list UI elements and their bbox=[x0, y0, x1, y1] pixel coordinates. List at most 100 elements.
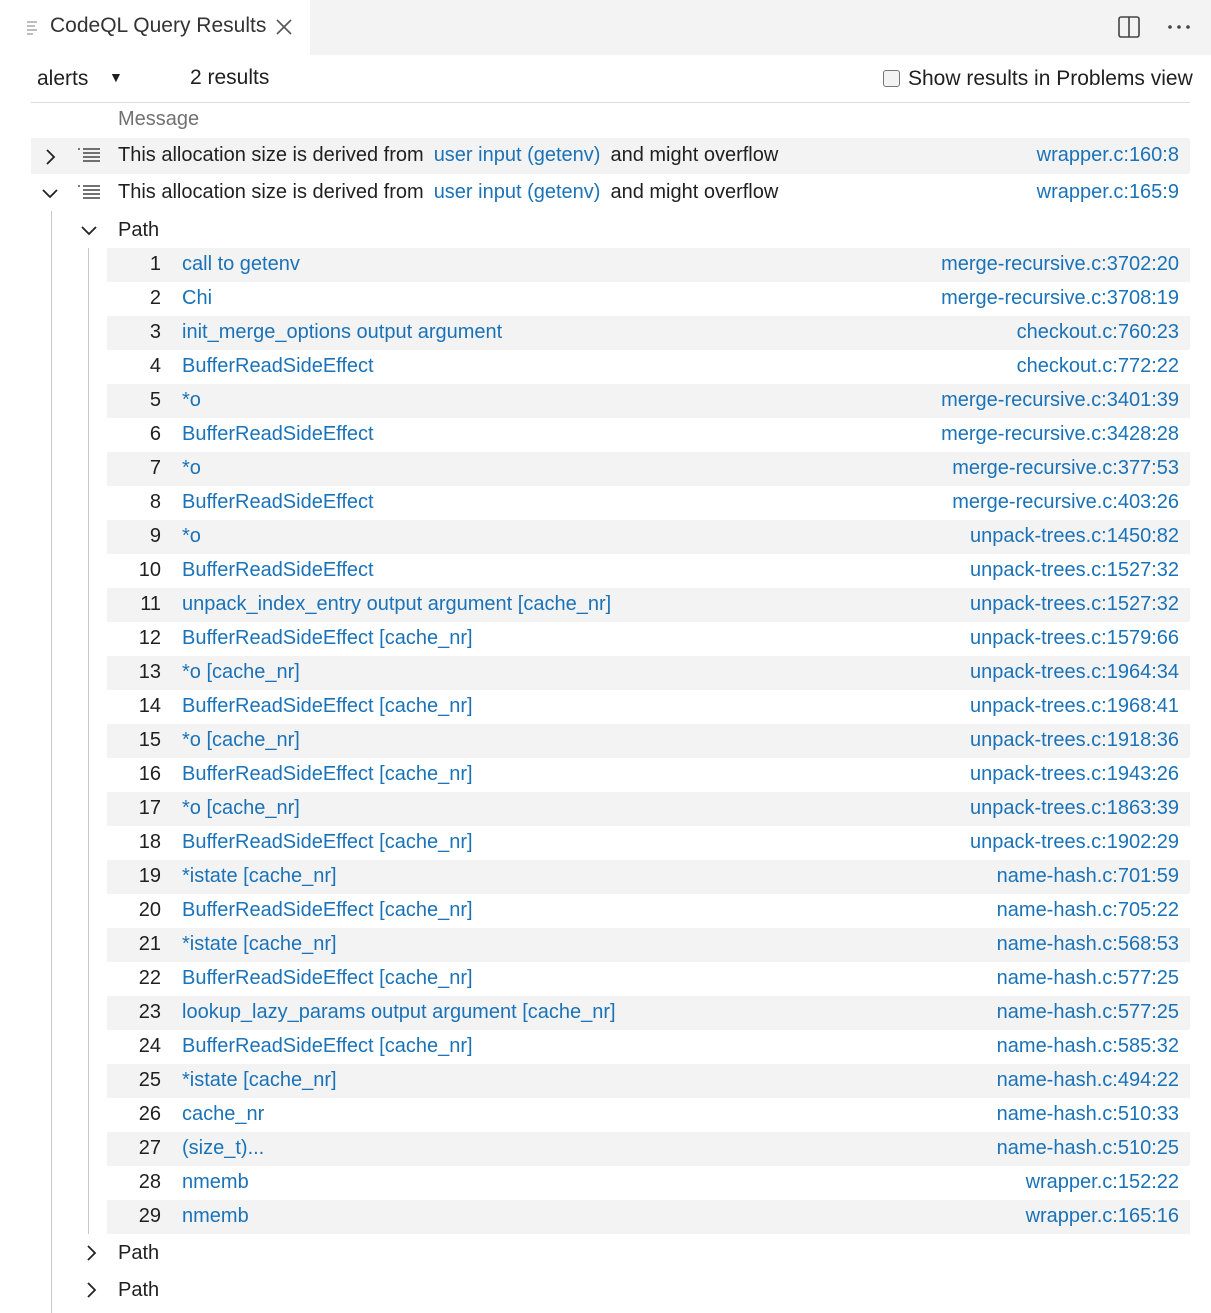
close-icon[interactable] bbox=[274, 17, 294, 37]
path-step-row[interactable]: 1 call to getenv merge-recursive.c:3702:20 bbox=[107, 248, 1190, 282]
path-step-row[interactable]: 2 Chi merge-recursive.c:3708:19 bbox=[107, 282, 1190, 316]
step-node-link[interactable]: lookup_lazy_params output argument [cach… bbox=[182, 1001, 616, 1024]
step-node-link[interactable]: (size_t)... bbox=[182, 1137, 264, 1160]
path-step-row[interactable]: 9 *o unpack-trees.c:1450:82 bbox=[107, 520, 1190, 554]
step-location-link[interactable]: checkout.c:772:22 bbox=[1017, 355, 1179, 378]
step-location-link[interactable]: merge-recursive.c:3708:19 bbox=[941, 287, 1179, 310]
step-node-link[interactable]: *o [cache_nr] bbox=[182, 661, 300, 684]
step-node-link[interactable]: *istate [cache_nr] bbox=[182, 933, 337, 956]
path-step-row[interactable]: 8 BufferReadSideEffect merge-recursive.c:4… bbox=[107, 486, 1190, 520]
path-step-row[interactable]: 17 *o [cache_nr] unpack-trees.c:1863:39 bbox=[107, 792, 1190, 826]
step-location-link[interactable]: unpack-trees.c:1527:32 bbox=[970, 559, 1179, 582]
path-step-row[interactable]: 7 *o merge-recursive.c:377:53 bbox=[107, 452, 1190, 486]
path-step-row[interactable]: 18 BufferReadSideEffect [cache_nr] unpack-… bbox=[107, 826, 1190, 860]
problems-view-checkbox[interactable] bbox=[883, 70, 900, 87]
step-node-link[interactable]: call to getenv bbox=[182, 253, 300, 276]
alert-row[interactable]: This allocation size is derived from user… bbox=[31, 175, 1190, 211]
step-node-link[interactable]: nmemb bbox=[182, 1205, 249, 1228]
chevron-down-icon[interactable] bbox=[80, 221, 98, 239]
step-node-link[interactable]: BufferReadSideEffect bbox=[182, 423, 374, 446]
step-location-link[interactable]: name-hash.c:577:25 bbox=[997, 1001, 1179, 1024]
alert-source-link[interactable]: user input (getenv) bbox=[424, 144, 611, 166]
step-node-link[interactable]: nmemb bbox=[182, 1171, 249, 1194]
path-step-row[interactable]: 11 unpack_index_entry output argument [ca… bbox=[107, 588, 1190, 622]
step-node-link[interactable]: BufferReadSideEffect [cache_nr] bbox=[182, 763, 473, 786]
tab-codeql-query-results[interactable]: CodeQL Query Results bbox=[0, 0, 310, 55]
list-icon[interactable] bbox=[77, 147, 101, 165]
step-location-link[interactable]: merge-recursive.c:377:53 bbox=[952, 457, 1179, 480]
step-node-link[interactable]: *o [cache_nr] bbox=[182, 797, 300, 820]
step-node-link[interactable]: *o [cache_nr] bbox=[182, 729, 300, 752]
step-location-link[interactable]: name-hash.c:701:59 bbox=[997, 865, 1179, 888]
path-step-row[interactable]: 23 lookup_lazy_params output argument [ca… bbox=[107, 996, 1190, 1030]
step-location-link[interactable]: name-hash.c:585:32 bbox=[997, 1035, 1179, 1058]
list-icon[interactable] bbox=[77, 184, 101, 202]
path-step-row[interactable]: 25 *istate [cache_nr] name-hash.c:494:22 bbox=[107, 1064, 1190, 1098]
path-step-row[interactable]: 14 BufferReadSideEffect [cache_nr] unpack-… bbox=[107, 690, 1190, 724]
step-node-link[interactable]: BufferReadSideEffect [cache_nr] bbox=[182, 695, 473, 718]
path-step-row[interactable]: 21 *istate [cache_nr] name-hash.c:568:53 bbox=[107, 928, 1190, 962]
chevron-down-icon[interactable] bbox=[41, 184, 59, 202]
step-location-link[interactable]: unpack-trees.c:1964:34 bbox=[970, 661, 1179, 684]
path-step-row[interactable]: 13 *o [cache_nr] unpack-trees.c:1964:34 bbox=[107, 656, 1190, 690]
path-step-row[interactable]: 15 *o [cache_nr] unpack-trees.c:1918:36 bbox=[107, 724, 1190, 758]
step-location-link[interactable]: name-hash.c:494:22 bbox=[997, 1069, 1179, 1092]
path-row[interactable]: Path bbox=[76, 1235, 1190, 1271]
step-node-link[interactable]: unpack_index_entry output argument [cach… bbox=[182, 593, 611, 616]
path-step-row[interactable]: 5 *o merge-recursive.c:3401:39 bbox=[107, 384, 1190, 418]
step-node-link[interactable]: *o bbox=[182, 525, 201, 548]
step-node-link[interactable]: BufferReadSideEffect [cache_nr] bbox=[182, 831, 473, 854]
step-location-link[interactable]: name-hash.c:577:25 bbox=[997, 967, 1179, 990]
step-node-link[interactable]: BufferReadSideEffect [cache_nr] bbox=[182, 899, 473, 922]
step-location-link[interactable]: unpack-trees.c:1579:66 bbox=[970, 627, 1179, 650]
step-location-link[interactable]: unpack-trees.c:1943:26 bbox=[970, 763, 1179, 786]
path-step-row[interactable]: 10 BufferReadSideEffect unpack-trees.c:152… bbox=[107, 554, 1190, 588]
chevron-right-icon[interactable] bbox=[41, 148, 59, 166]
step-location-link[interactable]: unpack-trees.c:1968:41 bbox=[970, 695, 1179, 718]
path-row[interactable]: Path bbox=[76, 1272, 1190, 1308]
step-node-link[interactable]: *o bbox=[182, 457, 201, 480]
more-actions-icon[interactable] bbox=[1166, 15, 1192, 39]
split-editor-icon[interactable] bbox=[1117, 15, 1141, 39]
step-node-link[interactable]: cache_nr bbox=[182, 1103, 264, 1126]
chevron-right-icon[interactable] bbox=[82, 1281, 100, 1299]
step-node-link[interactable]: *istate [cache_nr] bbox=[182, 865, 337, 888]
result-set-select[interactable]: alerts ▼ bbox=[37, 64, 137, 92]
path-step-row[interactable]: 20 BufferReadSideEffect [cache_nr] name-ha… bbox=[107, 894, 1190, 928]
step-location-link[interactable]: merge-recursive.c:403:26 bbox=[952, 491, 1179, 514]
path-step-row[interactable]: 12 BufferReadSideEffect [cache_nr] unpack-… bbox=[107, 622, 1190, 656]
path-step-row[interactable]: 24 BufferReadSideEffect [cache_nr] name-ha… bbox=[107, 1030, 1190, 1064]
step-location-link[interactable]: wrapper.c:152:22 bbox=[1026, 1171, 1179, 1194]
step-location-link[interactable]: merge-recursive.c:3401:39 bbox=[941, 389, 1179, 412]
step-location-link[interactable]: name-hash.c:705:22 bbox=[997, 899, 1179, 922]
step-location-link[interactable]: name-hash.c:510:25 bbox=[997, 1137, 1179, 1160]
path-step-row[interactable]: 6 BufferReadSideEffect merge-recursive.c:3… bbox=[107, 418, 1190, 452]
step-node-link[interactable]: *o bbox=[182, 389, 201, 412]
step-location-link[interactable]: wrapper.c:165:16 bbox=[1026, 1205, 1179, 1228]
path-step-row[interactable]: 19 *istate [cache_nr] name-hash.c:701:59 bbox=[107, 860, 1190, 894]
step-node-link[interactable]: BufferReadSideEffect bbox=[182, 559, 374, 582]
step-node-link[interactable]: BufferReadSideEffect [cache_nr] bbox=[182, 1035, 473, 1058]
step-location-link[interactable]: unpack-trees.c:1902:29 bbox=[970, 831, 1179, 854]
step-location-link[interactable]: name-hash.c:510:33 bbox=[997, 1103, 1179, 1126]
path-step-row[interactable]: 22 BufferReadSideEffect [cache_nr] name-ha… bbox=[107, 962, 1190, 996]
step-node-link[interactable]: *istate [cache_nr] bbox=[182, 1069, 337, 1092]
step-node-link[interactable]: init_merge_options output argument bbox=[182, 321, 502, 344]
step-location-link[interactable]: unpack-trees.c:1450:82 bbox=[970, 525, 1179, 548]
step-node-link[interactable]: BufferReadSideEffect bbox=[182, 491, 374, 514]
step-node-link[interactable]: BufferReadSideEffect [cache_nr] bbox=[182, 967, 473, 990]
alert-location-link[interactable]: wrapper.c:160:8 bbox=[1037, 144, 1179, 167]
alert-location-link[interactable]: wrapper.c:165:9 bbox=[1037, 181, 1179, 204]
chevron-right-icon[interactable] bbox=[82, 1244, 100, 1262]
step-node-link[interactable]: BufferReadSideEffect bbox=[182, 355, 374, 378]
step-location-link[interactable]: unpack-trees.c:1918:36 bbox=[970, 729, 1179, 752]
path-step-row[interactable]: 27 (size_t)... name-hash.c:510:25 bbox=[107, 1132, 1190, 1166]
path-step-row[interactable]: 3 init_merge_options output argument check… bbox=[107, 316, 1190, 350]
step-location-link[interactable]: checkout.c:760:23 bbox=[1017, 321, 1179, 344]
path-step-row[interactable]: 29 nmemb wrapper.c:165:16 bbox=[107, 1200, 1190, 1234]
alert-source-link[interactable]: user input (getenv) bbox=[424, 181, 611, 203]
step-node-link[interactable]: BufferReadSideEffect [cache_nr] bbox=[182, 627, 473, 650]
path-step-row[interactable]: 16 BufferReadSideEffect [cache_nr] unpack-… bbox=[107, 758, 1190, 792]
alert-row[interactable]: This allocation size is derived from user… bbox=[31, 138, 1190, 174]
path-step-row[interactable]: 28 nmemb wrapper.c:152:22 bbox=[107, 1166, 1190, 1200]
